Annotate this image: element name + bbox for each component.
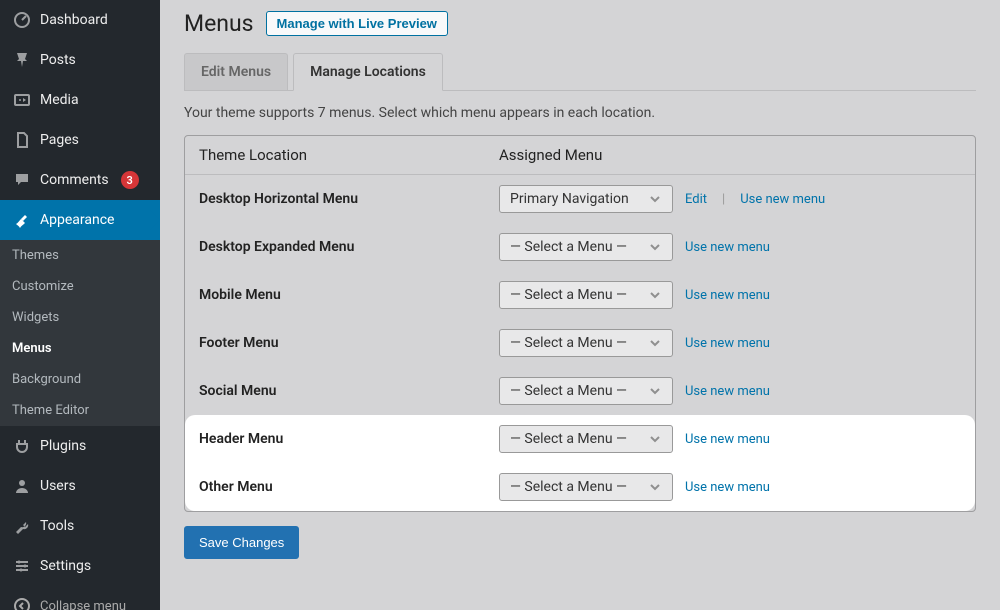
table-row: Social Menu— Select a Menu — Use new menu xyxy=(185,367,975,415)
locations-table: Theme Location Assigned Menu Desktop Hor… xyxy=(184,135,976,512)
sidebar-item-label: Dashboard xyxy=(40,12,108,28)
sidebar-item-plugins[interactable]: Plugins xyxy=(0,426,160,466)
sidebar-item-label: Posts xyxy=(40,52,76,68)
chevron-down-icon xyxy=(648,288,662,302)
sidebar-item-pages[interactable]: Pages xyxy=(0,120,160,160)
col-theme-location: Theme Location xyxy=(199,146,499,164)
assigned-menu-select[interactable]: — Select a Menu — xyxy=(499,425,673,453)
live-preview-button[interactable]: Manage with Live Preview xyxy=(266,11,448,36)
theme-location-label: Social Menu xyxy=(199,383,499,399)
theme-location-label: Desktop Expanded Menu xyxy=(199,239,499,255)
sidebar-item-posts[interactable]: Posts xyxy=(0,40,160,80)
assigned-menu-select[interactable]: — Select a Menu — xyxy=(499,473,673,501)
theme-location-label: Header Menu xyxy=(199,431,499,447)
tab-manage-locations[interactable]: Manage Locations xyxy=(293,53,443,91)
highlighted-rows: Header Menu— Select a Menu —Use new menu… xyxy=(185,415,975,511)
use-new-menu-link[interactable]: Use new menu xyxy=(685,336,770,351)
collapse-icon xyxy=(12,596,32,610)
table-row: Other Menu— Select a Menu — Use new menu xyxy=(185,463,975,511)
sidebar-item-label: Pages xyxy=(40,132,79,148)
save-changes-button[interactable]: Save Changes xyxy=(184,526,299,559)
theme-location-label: Other Menu xyxy=(199,479,499,495)
use-new-menu-link[interactable]: Use new menu xyxy=(740,192,825,207)
sidebar-item-label: Media xyxy=(40,92,79,108)
comment-icon xyxy=(12,170,32,190)
sidebar-item-dashboard[interactable]: Dashboard xyxy=(0,0,160,40)
sidebar-item-comments[interactable]: Comments 3 xyxy=(0,160,160,200)
use-new-menu-link[interactable]: Use new menu xyxy=(685,480,770,495)
theme-location-label: Desktop Horizontal Menu xyxy=(199,191,499,207)
comments-badge: 3 xyxy=(121,171,139,189)
sidebar-item-users[interactable]: Users xyxy=(0,466,160,506)
chevron-down-icon xyxy=(648,192,662,206)
use-new-menu-link[interactable]: Use new menu xyxy=(685,384,770,399)
sliders-icon xyxy=(12,556,32,576)
sidebar-item-media[interactable]: Media xyxy=(0,80,160,120)
sidebar-item-settings[interactable]: Settings xyxy=(0,546,160,586)
main-content: Menus Manage with Live Preview Edit Menu… xyxy=(160,0,1000,610)
plug-icon xyxy=(12,436,32,456)
use-new-menu-link[interactable]: Use new menu xyxy=(685,288,770,303)
table-row: Mobile Menu— Select a Menu — Use new menu xyxy=(185,271,975,319)
admin-sidebar: Dashboard Posts Media Pages Comments 3 Appeara… xyxy=(0,0,160,610)
sidebar-subitem-themes[interactable]: Themes xyxy=(0,240,160,271)
sidebar-item-label: Settings xyxy=(40,558,91,574)
sidebar-subitem-menus[interactable]: Menus xyxy=(0,333,160,364)
chevron-down-icon xyxy=(648,240,662,254)
page-icon xyxy=(12,130,32,150)
table-row: Footer Menu— Select a Menu — Use new menu xyxy=(185,319,975,367)
table-row: Header Menu— Select a Menu — Use new menu xyxy=(185,415,975,463)
table-row: Desktop Expanded Menu— Select a Menu — Us… xyxy=(185,223,975,271)
dashboard-icon xyxy=(12,10,32,30)
assigned-menu-select[interactable]: — Select a Menu — xyxy=(499,377,673,405)
use-new-menu-link[interactable]: Use new menu xyxy=(685,240,770,255)
sidebar-item-label: Plugins xyxy=(40,438,86,454)
user-icon xyxy=(12,476,32,496)
sidebar-subitem-background[interactable]: Background xyxy=(0,364,160,395)
sidebar-item-tools[interactable]: Tools xyxy=(0,506,160,546)
chevron-down-icon xyxy=(648,336,662,350)
theme-location-label: Footer Menu xyxy=(199,335,499,351)
assigned-menu-select[interactable]: Primary Navigation xyxy=(499,185,673,213)
chevron-down-icon xyxy=(648,384,662,398)
sidebar-item-appearance[interactable]: Appearance xyxy=(0,200,160,240)
tabs: Edit MenusManage Locations xyxy=(184,53,976,91)
media-icon xyxy=(12,90,32,110)
wrench-icon xyxy=(12,516,32,536)
page-title: Menus xyxy=(184,10,254,37)
sidebar-item-label: Appearance xyxy=(40,212,114,228)
pin-icon xyxy=(12,50,32,70)
assigned-menu-select[interactable]: — Select a Menu — xyxy=(499,233,673,261)
chevron-down-icon xyxy=(648,480,662,494)
sidebar-subitem-widgets[interactable]: Widgets xyxy=(0,302,160,333)
assigned-menu-select[interactable]: — Select a Menu — xyxy=(499,281,673,309)
table-row: Desktop Horizontal MenuPrimary Navigatio… xyxy=(185,175,975,223)
tab-edit-menus[interactable]: Edit Menus xyxy=(184,53,288,90)
intro-text: Your theme supports 7 menus. Select whic… xyxy=(184,105,976,121)
sidebar-item-label: Comments xyxy=(40,172,109,188)
sidebar-item-label: Tools xyxy=(40,518,74,534)
use-new-menu-link[interactable]: Use new menu xyxy=(685,432,770,447)
col-assigned-menu: Assigned Menu xyxy=(499,146,961,164)
collapse-menu-button[interactable]: Collapse menu xyxy=(0,586,160,610)
edit-menu-link[interactable]: Edit xyxy=(685,192,707,207)
sidebar-item-label: Users xyxy=(40,478,76,494)
sidebar-subitem-customize[interactable]: Customize xyxy=(0,271,160,302)
brush-icon xyxy=(12,210,32,230)
chevron-down-icon xyxy=(648,432,662,446)
theme-location-label: Mobile Menu xyxy=(199,287,499,303)
sidebar-subitem-theme-editor[interactable]: Theme Editor xyxy=(0,395,160,426)
assigned-menu-select[interactable]: — Select a Menu — xyxy=(499,329,673,357)
